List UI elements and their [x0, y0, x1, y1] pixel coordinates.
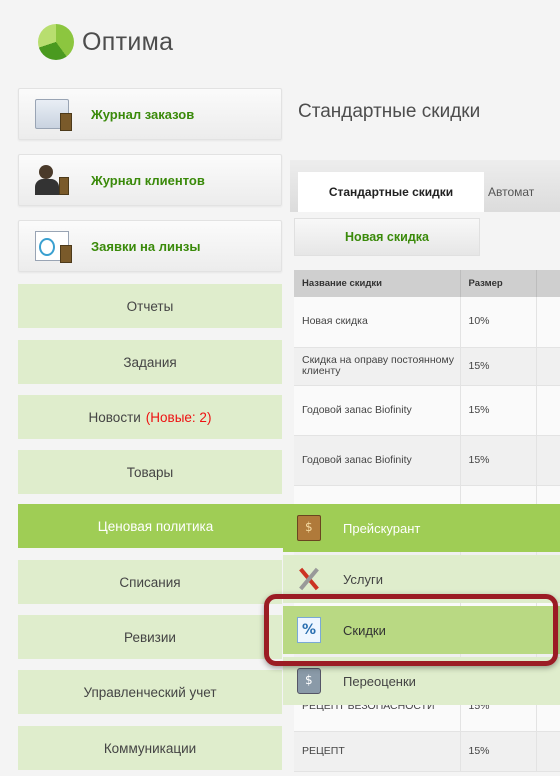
- submenu-item-label: Скидки: [343, 622, 386, 638]
- menu-item-communications[interactable]: Коммуникации: [18, 726, 282, 770]
- discount-size-cell: 15%: [460, 385, 537, 436]
- order-journal-icon: [35, 99, 72, 131]
- submenu-item-label: Переоценки: [343, 673, 416, 689]
- discount-icon: %: [297, 617, 321, 643]
- discount-size-cell: 15%: [460, 435, 537, 486]
- app-name: Оптима: [82, 27, 174, 56]
- menu-item-management[interactable]: Управленческий учет: [18, 670, 282, 714]
- price-list-icon: [297, 515, 321, 541]
- menu-item-label: Списания: [119, 574, 181, 590]
- table-header-row: Название скидки Размер: [294, 270, 560, 297]
- pricing-submenu: Прейскурант Услуги % Скидки Переоценки: [283, 504, 560, 708]
- revaluation-icon: [297, 668, 321, 694]
- discount-name-cell: РЕЦЕПТ: [294, 731, 461, 772]
- discount-name-cell: Скидка на оправу постоянному клиенту: [294, 347, 461, 386]
- submenu-item-label: Услуги: [343, 571, 383, 587]
- services-icon: [297, 566, 321, 592]
- new-discount-button[interactable]: Новая скидка: [294, 218, 480, 256]
- page-title: Стандартные скидки: [298, 101, 481, 122]
- truncated-cell: [536, 731, 560, 772]
- news-badge: (Новые: 2): [145, 409, 212, 425]
- discount-name-cell: Годовой запас Biofinity: [294, 385, 461, 436]
- menu-item-news[interactable]: Новости (Новые: 2): [18, 395, 282, 439]
- table-row[interactable]: Скидка на оправу постоянному клиенту 15%: [294, 347, 560, 386]
- menu-item-label: Ревизии: [124, 629, 176, 645]
- submenu-item-price-list[interactable]: Прейскурант: [283, 504, 560, 552]
- client-journal-label: Журнал клиентов: [91, 172, 205, 188]
- table-row[interactable]: Новая скидка 10%: [294, 297, 560, 348]
- table-row[interactable]: Годовой запас Biofinity 15%: [294, 435, 560, 486]
- menu-item-goods[interactable]: Товары: [18, 450, 282, 494]
- truncated-cell: [536, 297, 560, 348]
- truncated-cell: [536, 385, 560, 436]
- submenu-item-services[interactable]: Услуги: [283, 555, 560, 603]
- menu-item-reports[interactable]: Отчеты: [18, 284, 282, 328]
- logo-icon: [38, 24, 74, 60]
- truncated-cell: [536, 347, 560, 386]
- order-journal-button[interactable]: Журнал заказов: [18, 88, 282, 140]
- menu-item-label: Задания: [123, 354, 177, 370]
- menu-item-label: Коммуникации: [103, 740, 197, 756]
- menu-item-label: Новости: [88, 409, 141, 425]
- table-row[interactable]: Годовой запас Biofinity 15%: [294, 385, 560, 436]
- menu-item-tasks[interactable]: Задания: [18, 340, 282, 384]
- menu-item-pricing[interactable]: Ценовая политика: [18, 504, 293, 548]
- table-row[interactable]: РЕЦЕПТ 15%: [294, 731, 560, 772]
- submenu-item-revaluations[interactable]: Переоценки: [283, 657, 560, 705]
- menu-item-label: Отчеты: [126, 298, 174, 314]
- tab-automatic-discounts[interactable]: Автомат: [488, 172, 534, 212]
- discount-size-cell: 10%: [460, 297, 537, 348]
- truncated-cell: [536, 435, 560, 486]
- lens-requests-icon: [35, 231, 72, 263]
- discount-size-cell: 15%: [460, 731, 537, 772]
- menu-item-label: Товары: [126, 464, 174, 480]
- menu-item-label: Управленческий учет: [83, 684, 217, 700]
- tab-standard-discounts[interactable]: Стандартные скидки: [298, 172, 484, 212]
- column-header-cut: [536, 270, 560, 297]
- column-header-name[interactable]: Название скидки: [294, 270, 461, 297]
- order-journal-label: Журнал заказов: [91, 106, 195, 122]
- submenu-item-discounts[interactable]: % Скидки: [283, 606, 560, 654]
- client-journal-button[interactable]: Журнал клиентов: [18, 154, 282, 206]
- discount-size-cell: 15%: [460, 347, 537, 386]
- submenu-item-label: Прейскурант: [343, 520, 421, 536]
- column-header-size[interactable]: Размер: [460, 270, 537, 297]
- lens-requests-label: Заявки на линзы: [91, 238, 201, 254]
- client-journal-icon: [35, 165, 69, 195]
- app-logo[interactable]: Оптима: [38, 24, 173, 60]
- discount-name-cell: Годовой запас Biofinity: [294, 435, 461, 486]
- menu-item-writeoffs[interactable]: Списания: [18, 560, 282, 604]
- lens-requests-button[interactable]: Заявки на линзы: [18, 220, 282, 272]
- menu-item-label: Ценовая политика: [97, 518, 214, 534]
- discount-name-cell: Новая скидка: [294, 297, 461, 348]
- menu-item-audits[interactable]: Ревизии: [18, 615, 282, 659]
